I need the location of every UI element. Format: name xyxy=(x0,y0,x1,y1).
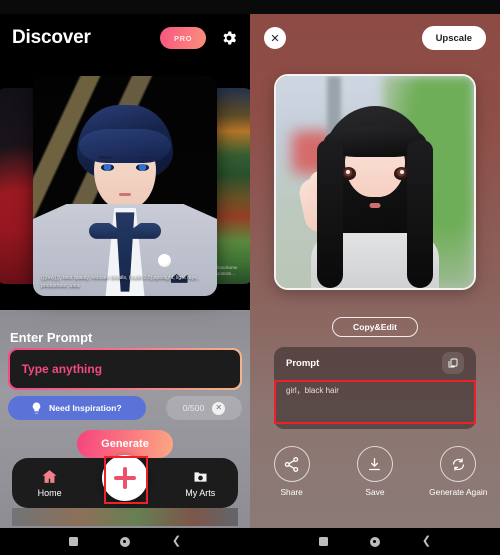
tab-my-arts-label: My Arts xyxy=(185,487,216,498)
square-icon[interactable] xyxy=(68,537,78,546)
girl-sweater xyxy=(311,232,439,288)
tab-home-label: Home xyxy=(37,488,62,498)
character-counter: 0/500 ✕ xyxy=(166,396,242,420)
save-label: Save xyxy=(365,487,385,497)
discover-screen: Discover PRO A handsome groomsm... (((bo… xyxy=(0,0,250,555)
hero-eye xyxy=(135,164,149,171)
gear-icon[interactable] xyxy=(220,29,238,47)
plus-icon xyxy=(114,467,136,489)
android-navbar-left: ❮ xyxy=(0,528,250,555)
circle-icon[interactable] xyxy=(369,536,380,547)
tab-my-arts[interactable]: My Arts xyxy=(163,469,238,498)
lightbulb-icon xyxy=(30,402,43,415)
circle-icon[interactable] xyxy=(119,536,130,547)
prompt-card: Prompt girl，black hair xyxy=(274,347,476,429)
upscale-button[interactable]: Upscale xyxy=(421,26,486,50)
result-header: ✕ Upscale xyxy=(250,14,500,62)
page-title: Discover xyxy=(12,27,91,48)
generate-again-label: Generate Again xyxy=(429,487,488,497)
prompt-card-text[interactable]: girl，black hair xyxy=(274,379,476,396)
close-icon[interactable]: ✕ xyxy=(264,27,286,49)
prompt-input-wrapper[interactable]: Type anything xyxy=(8,348,242,390)
chevron-left-icon[interactable]: ❮ xyxy=(172,536,181,547)
status-bar-right xyxy=(250,0,500,14)
enter-prompt-label: Enter Prompt xyxy=(10,330,93,345)
hero-brow xyxy=(136,156,152,160)
prompt-card-title: Prompt xyxy=(286,357,320,369)
hero-eye xyxy=(101,164,115,171)
girl-nail xyxy=(317,171,323,179)
dual-panel-screenshot: Discover PRO A handsome groomsm... (((bo… xyxy=(0,0,500,555)
tab-home[interactable]: Home xyxy=(12,468,87,498)
pro-badge[interactable]: PRO xyxy=(160,27,206,49)
folder-photo-icon xyxy=(191,469,210,485)
copy-edit-button[interactable]: Copy&Edit xyxy=(332,317,418,337)
prompt-placeholder: Type anything xyxy=(21,362,103,376)
refresh-icon xyxy=(440,446,477,482)
need-inspiration-button[interactable]: Need Inspiration? xyxy=(8,396,146,420)
hero-fringe xyxy=(79,128,171,163)
android-navbar-right: ❮ xyxy=(250,528,500,555)
generated-image[interactable] xyxy=(274,74,476,290)
girl-mouth xyxy=(369,203,381,209)
square-icon[interactable] xyxy=(318,537,328,546)
share-icon xyxy=(273,446,310,482)
prompt-tools-row: Need Inspiration? 0/500 ✕ xyxy=(8,396,242,420)
carousel-card-active[interactable]: (((boy))), best quality, intricate detai… xyxy=(33,76,217,296)
result-screen: ✕ Upscale Copy&Edit Prompt girl，black ha… xyxy=(250,0,500,555)
carousel-next-caption: A handsome groomsm... xyxy=(213,264,238,277)
hero-artwork xyxy=(33,76,217,296)
close-icon[interactable]: ✕ xyxy=(212,401,226,415)
character-counter-value: 0/500 xyxy=(182,403,205,413)
home-icon xyxy=(40,468,59,485)
need-inspiration-label: Need Inspiration? xyxy=(49,403,122,413)
share-label: Share xyxy=(280,487,303,497)
generate-again-action[interactable]: Generate Again xyxy=(417,446,500,516)
hero-caption: (((boy))), best quality, intricate detai… xyxy=(41,274,199,290)
copy-icon[interactable] xyxy=(442,352,464,374)
prompt-card-header: Prompt xyxy=(274,347,476,379)
create-fab-button[interactable] xyxy=(102,455,148,501)
result-actions: Share Save Generate Again xyxy=(250,446,500,516)
generate-button[interactable]: Generate xyxy=(77,430,173,458)
status-bar-left xyxy=(0,0,250,14)
discover-header: Discover PRO xyxy=(0,14,250,62)
hero-brow xyxy=(98,156,114,160)
chevron-left-icon[interactable]: ❮ xyxy=(422,536,431,547)
hero-mouth xyxy=(119,192,131,196)
girl-fringe xyxy=(324,126,426,157)
prompt-input[interactable]: Type anything xyxy=(9,349,241,389)
discover-carousel[interactable]: A handsome groomsm... (((boy))), best qu… xyxy=(0,66,250,306)
background-content-strip xyxy=(12,508,238,526)
save-action[interactable]: Save xyxy=(333,446,416,516)
download-icon xyxy=(356,446,393,482)
share-action[interactable]: Share xyxy=(250,446,333,516)
